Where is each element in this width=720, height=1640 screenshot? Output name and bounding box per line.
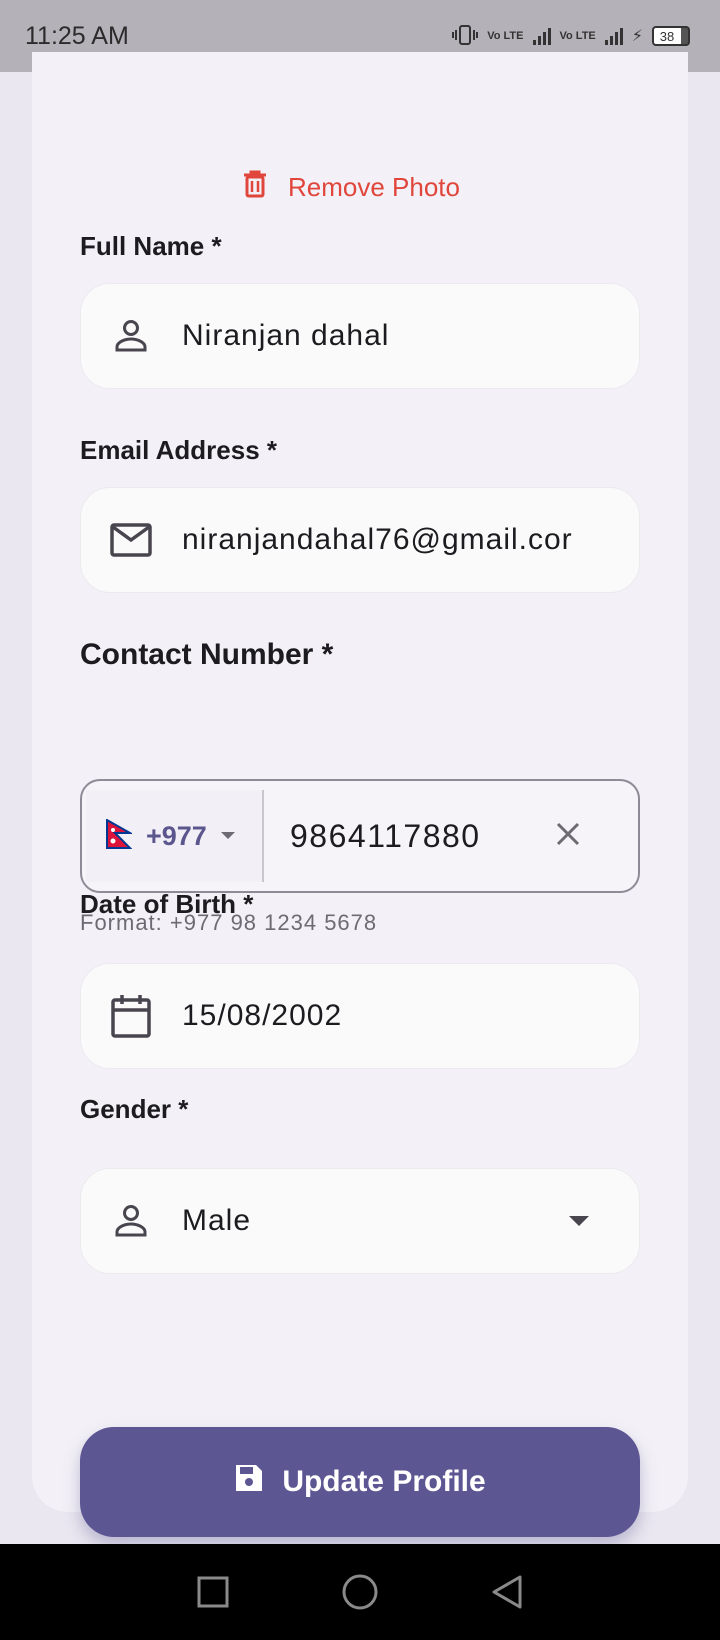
gender-dropdown[interactable]: Male [80,1168,640,1274]
back-button[interactable] [477,1562,537,1622]
square-icon [197,1576,229,1608]
triangle-back-icon [492,1575,522,1609]
battery-level: 38 [659,28,675,44]
trash-icon [242,169,268,206]
volte-badge-2: Vo LTE [559,29,596,42]
contact-label: Contact Number * [80,638,334,671]
calendar-icon [108,993,154,1039]
phone-number-value: 9864117880 [290,817,481,854]
battery-icon: 38 [652,26,690,46]
signal-icon-1 [532,27,551,45]
save-icon [234,1463,264,1501]
remove-photo-button[interactable]: Remove Photo [242,169,460,206]
status-time: 11:25 AM [25,21,129,50]
full-name-value: Niranjan dahal [182,319,390,352]
circle-icon [342,1574,378,1610]
full-name-field[interactable]: Niranjan dahal [80,283,640,389]
vibrate-icon [452,24,479,49]
update-profile-button[interactable]: Update Profile [80,1427,640,1537]
gender-label: Gender * [80,1094,189,1124]
email-field[interactable]: niranjandahal76@gmail.cor [80,487,640,593]
person-icon [108,1198,154,1244]
edit-profile-page[interactable]: Remove Photo Full Name * Niranjan dahal … [0,52,720,1544]
system-nav-bar [0,1544,720,1640]
close-icon [555,821,581,852]
dob-field[interactable]: 15/08/2002 [80,963,640,1069]
country-code-selector[interactable]: +977 [86,790,264,882]
dob-label: Date of Birth * [80,889,254,919]
remove-photo-label: Remove Photo [288,172,460,202]
chevron-down-icon [220,827,235,845]
charging-icon: ⚡ [631,28,643,45]
signal-icon-2 [604,27,623,45]
dob-value: 15/08/2002 [182,999,343,1032]
mail-icon [108,517,154,563]
gender-value: Male [182,1204,252,1237]
country-code: +977 [146,820,207,851]
person-icon [108,313,154,359]
volte-badge-1: Vo LTE [487,29,524,42]
clear-phone-button[interactable] [538,806,598,866]
nepal-flag-icon [106,817,134,854]
contact-number-field[interactable]: +977 9864117880 [80,779,640,893]
dropdown-arrow-icon [569,1216,589,1226]
status-icons: Vo LTE Vo LTE ⚡ 38 [452,24,690,49]
home-button[interactable] [330,1562,390,1622]
email-value: niranjandahal76@gmail.cor [182,523,573,556]
update-profile-label: Update Profile [282,1465,486,1498]
email-label: Email Address * [80,435,278,465]
full-name-label: Full Name * [80,231,222,261]
recents-button[interactable] [183,1562,243,1622]
